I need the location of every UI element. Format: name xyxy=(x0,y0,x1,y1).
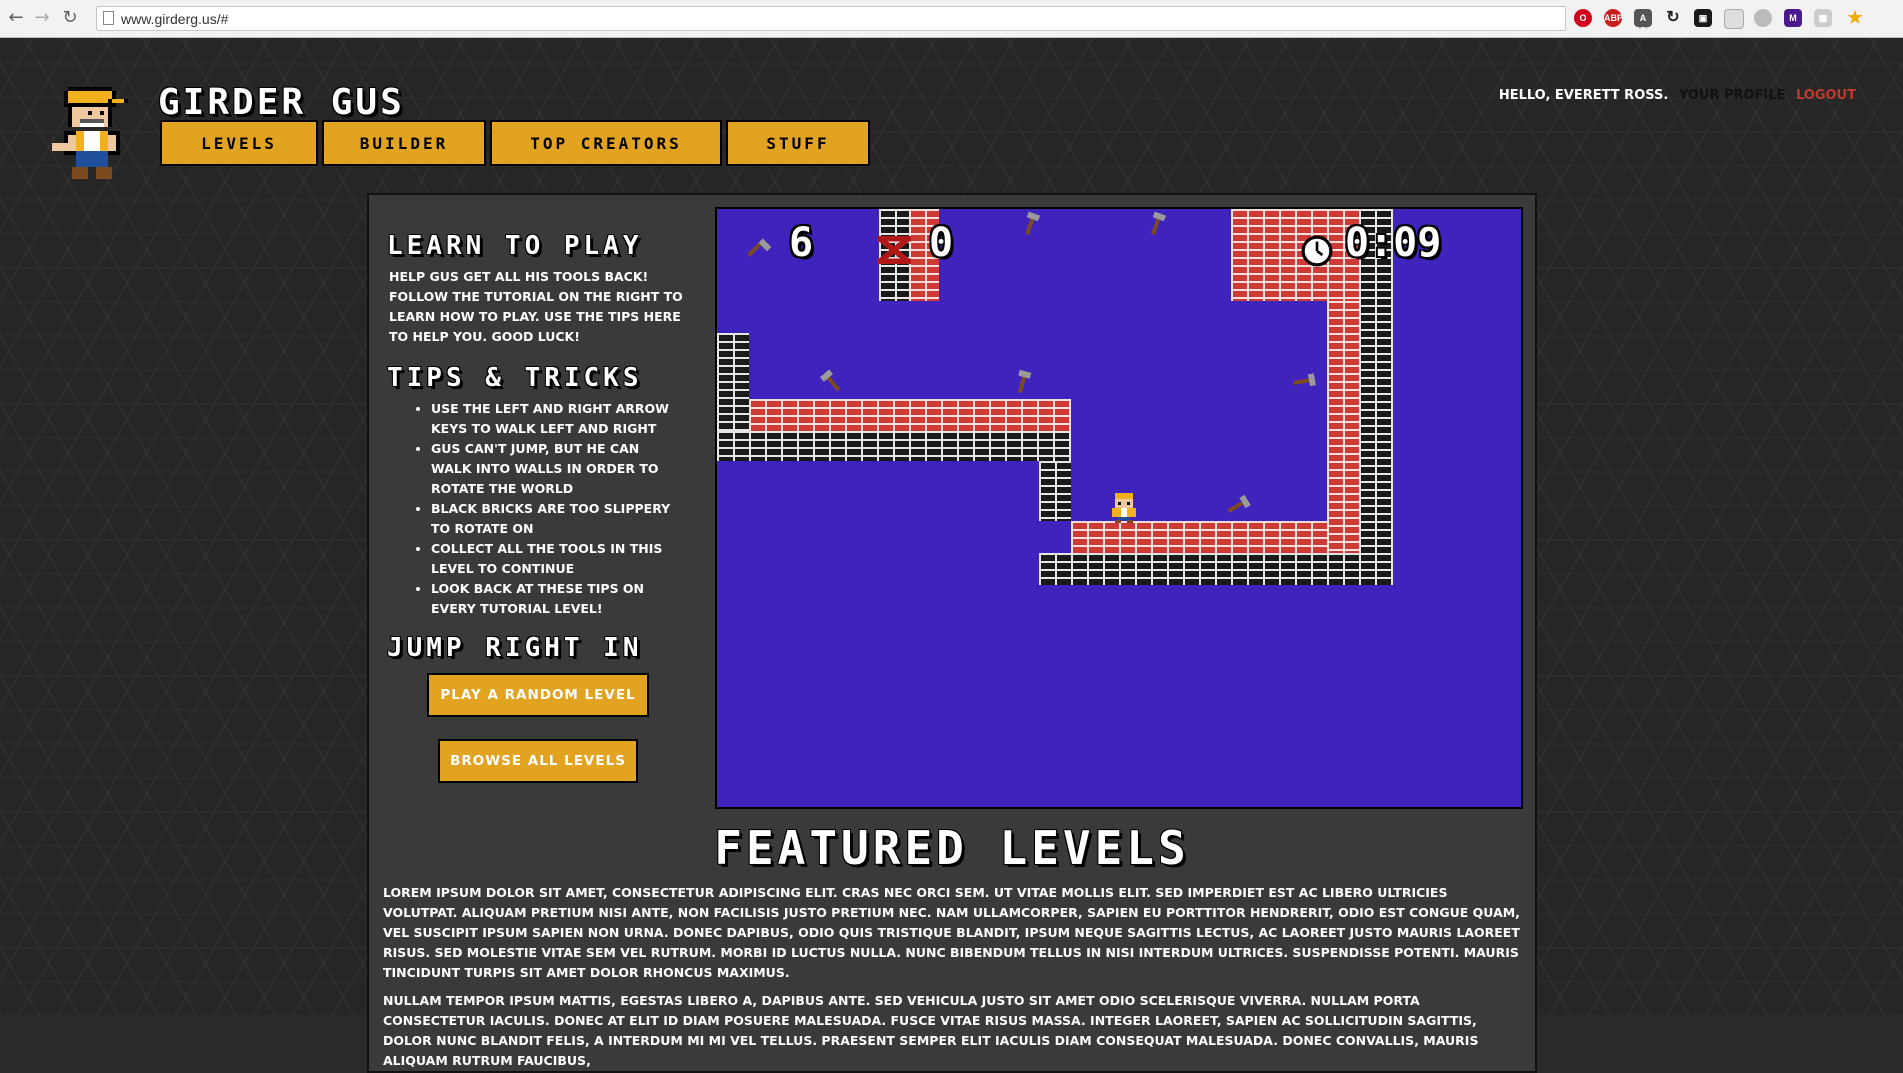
black-brick-wall xyxy=(1039,461,1071,521)
hammer-icon xyxy=(1151,211,1167,235)
tip-item: GUS CAN'T JUMP, BUT HE CAN WALK INTO WAL… xyxy=(431,439,679,499)
featured-heading: FEATURED LEVELS xyxy=(714,821,1190,875)
site-title[interactable]: GIRDER GUS xyxy=(158,82,405,123)
red-brick-platform xyxy=(1071,521,1357,553)
play-random-level-button[interactable]: PLAY A RANDOM LEVEL xyxy=(427,673,649,717)
hammer-icon xyxy=(1292,373,1316,387)
main-nav: LEVELS BUILDER TOP CREATORS STUFF xyxy=(160,120,874,170)
black-brick-platform xyxy=(1039,553,1393,585)
hammer-icon xyxy=(747,238,771,257)
red-brick-platform xyxy=(749,399,1071,431)
opera-icon[interactable]: O xyxy=(1574,9,1592,27)
gus-character-icon xyxy=(1112,493,1136,523)
browser-toolbar: ← → ↻ www.girderg.us/# ☆ O ABP A ↻ ▣ M ▦… xyxy=(0,0,1903,38)
hammer-icon xyxy=(1227,494,1251,513)
nav-levels[interactable]: LEVELS xyxy=(160,120,318,166)
tip-item: COLLECT ALL THE TOOLS IN THIS LEVEL TO C… xyxy=(431,539,679,579)
url-text: www.girderg.us/# xyxy=(121,11,229,27)
back-arrow-icon[interactable]: ← xyxy=(6,8,26,28)
black-brick-wall xyxy=(717,333,749,439)
learn-text: HELP GUS GET ALL HIS TOOLS BACK! FOLLOW … xyxy=(389,269,683,344)
hammer-icon xyxy=(819,369,841,392)
star-badge-icon[interactable]: ★ xyxy=(1846,9,1864,27)
browse-all-levels-button[interactable]: BROWSE ALL LEVELS xyxy=(438,739,638,783)
gus-logo-icon[interactable] xyxy=(52,86,136,184)
red-brick-block xyxy=(1231,209,1359,301)
edge-icon[interactable] xyxy=(1754,9,1772,27)
logout-link[interactable]: LOGOUT xyxy=(1796,88,1856,103)
angular-icon[interactable]: A xyxy=(1634,9,1652,27)
nav-stuff[interactable]: STUFF xyxy=(726,120,870,166)
tips-heading: TIPS & TRICKS xyxy=(387,363,643,393)
user-greeting: HELLO, EVERETT ROSS. xyxy=(1498,88,1669,103)
hammer-icon xyxy=(1025,211,1041,235)
tip-item: LOOK BACK AT THESE TIPS ON EVERY TUTORIA… xyxy=(431,579,679,619)
adblock-icon[interactable]: ABP xyxy=(1604,9,1623,27)
nav-top-creators[interactable]: TOP CREATORS xyxy=(490,120,722,166)
death-x-icon xyxy=(877,235,911,265)
jump-heading: JUMP RIGHT IN xyxy=(387,633,643,663)
address-bar[interactable]: www.girderg.us/# ☆ xyxy=(96,6,1651,34)
game-canvas[interactable]: 6 0 0:09 xyxy=(715,207,1523,809)
hammer-icon xyxy=(1017,369,1032,394)
tips-list: USE THE LEFT AND RIGHT ARROW KEYS TO WAL… xyxy=(389,399,679,619)
main-panel: LEARN TO PLAY HELP GUS GET ALL HIS TOOLS… xyxy=(367,193,1537,1073)
timer-display: 0:09 xyxy=(1345,220,1442,266)
nav-builder[interactable]: BUILDER xyxy=(322,120,486,166)
tip-item: BLACK BRICKS ARE TOO SLIPPERY TO ROTATE … xyxy=(431,499,679,539)
sync-icon[interactable]: ↻ xyxy=(1664,9,1682,27)
reload-icon[interactable]: ↻ xyxy=(60,8,80,28)
reader-icon[interactable] xyxy=(1724,9,1744,29)
featured-paragraph: LOREM IPSUM DOLOR SIT AMET, CONSECTETUR … xyxy=(383,885,1520,980)
page-icon xyxy=(103,11,114,25)
learn-heading: LEARN TO PLAY xyxy=(387,231,643,261)
red-brick-wall xyxy=(1327,301,1359,553)
featured-paragraph: NULLAM TEMPOR IPSUM MATTIS, EGESTAS LIBE… xyxy=(383,993,1479,1068)
grid-icon[interactable]: ▦ xyxy=(1814,9,1832,27)
tip-item: USE THE LEFT AND RIGHT ARROW KEYS TO WAL… xyxy=(431,399,679,439)
screen-icon[interactable]: ▣ xyxy=(1694,9,1712,27)
black-brick-platform xyxy=(717,431,1071,461)
tools-remaining-counter: 6 xyxy=(789,220,814,266)
profile-link[interactable]: YOUR PROFILE xyxy=(1679,88,1786,103)
m-icon[interactable]: M xyxy=(1784,9,1802,27)
page-background: GIRDER GUS LEVELS BUILDER TOP CREATORS S… xyxy=(0,38,1903,1073)
clock-icon xyxy=(1301,235,1333,267)
deaths-counter: 0 xyxy=(929,220,954,266)
user-links: HELLO, EVERETT ROSS. YOUR PROFILE LOGOUT xyxy=(1499,88,1856,103)
forward-arrow-icon[interactable]: → xyxy=(32,8,52,28)
